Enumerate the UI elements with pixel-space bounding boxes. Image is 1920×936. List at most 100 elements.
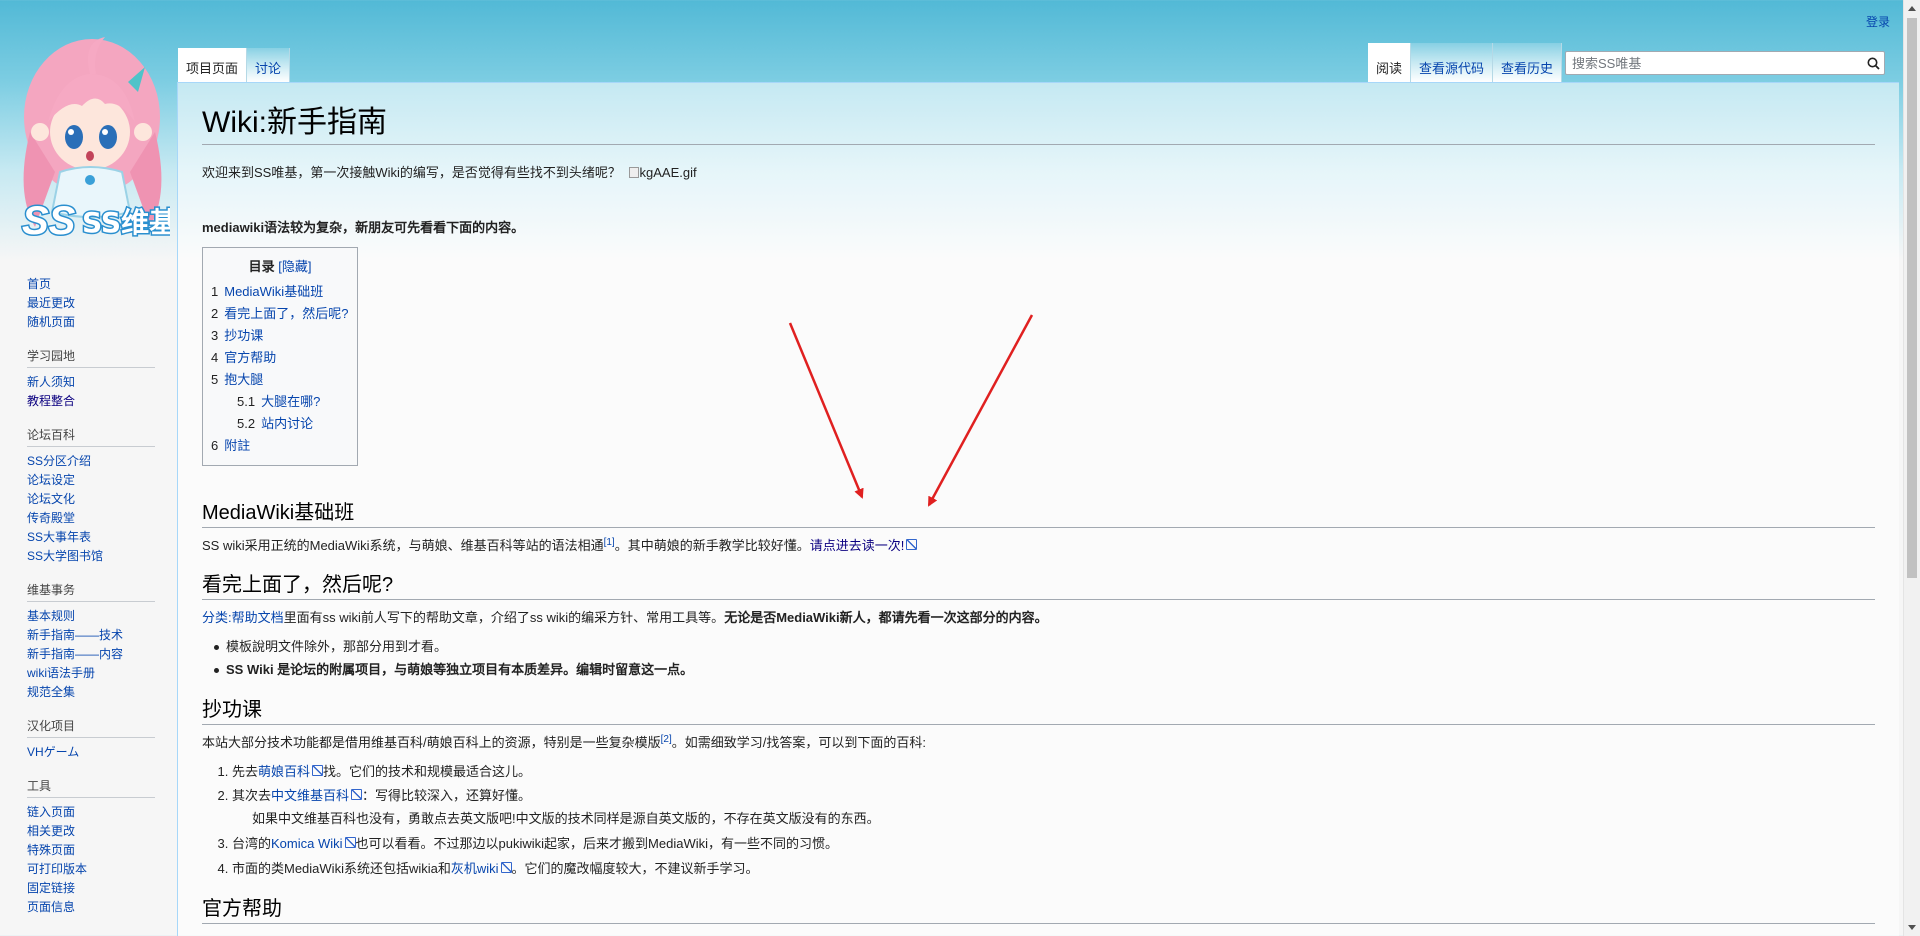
list-item: 市面的类MediaWiki系统还包括wikia和灰机wiki。它们的魔改幅度较大… [232, 859, 1875, 880]
section-paragraph: 分类:帮助文档里面有ss wiki前人写下的帮助文章，介绍了ss wiki的编采… [202, 610, 1048, 626]
sidebar-portal-tools: 工具 链入页面 相关更改 特殊页面 可打印版本 固定链接 页面信息 [27, 777, 155, 917]
sidebar-item-recent-changes[interactable]: 最近更改 [27, 296, 75, 310]
list-item: 其次去中文维基百科：写得比较深入，还算好懂。 如果中文维基百科也没有，勇敢点去英… [232, 786, 1875, 830]
search-box [1565, 51, 1885, 75]
read-tutorial-link[interactable]: 请点进去读一次! [810, 538, 918, 553]
portal-heading: 学习园地 [27, 347, 155, 368]
toc-item[interactable]: 1 MediaWiki基础班 [211, 281, 349, 303]
broken-image: kgAAE.gif [628, 163, 697, 184]
sidebar-item-random-page[interactable]: 随机页面 [27, 315, 75, 329]
toc-hide-toggle[interactable]: [隐藏] [278, 259, 311, 274]
moegirl-link[interactable]: 萌娘百科 [258, 764, 323, 779]
toc-item[interactable]: 3 抄功课 [211, 325, 349, 347]
scroll-down-arrow-icon[interactable] [1904, 919, 1920, 936]
sidebar-item-ss-library[interactable]: SS大学图书馆 [27, 549, 103, 563]
sidebar-item-tutorials[interactable]: 教程整合 [27, 394, 75, 408]
sidebar-navigation: 首页 最近更改 随机页面 [27, 275, 155, 332]
sidebar-item-vh-game[interactable]: VHゲーム [27, 745, 79, 759]
sidebar-item-guide-tech[interactable]: 新手指南——技术 [27, 628, 123, 642]
intro-text: 欢迎来到SS唯基，第一次接触Wiki的编写，是否觉得有些找不到头绪呢？ [202, 165, 621, 180]
sidebar-item-related-changes[interactable]: 相关更改 [27, 824, 75, 838]
sidebar-item-printable[interactable]: 可打印版本 [27, 862, 87, 876]
indented-note: 如果中文维基百科也没有，勇敢点去英文版吧!中文版的技术同样是源自英文版的，不存在… [252, 811, 880, 827]
sidebar-item-home[interactable]: 首页 [27, 277, 51, 291]
toc-title: 目录 [248, 258, 275, 274]
sidebar-portal-wiki-affairs: 维基事务 基本规则 新手指南——技术 新手指南——内容 wiki语法手册 规范全… [27, 581, 155, 702]
section-heading: 抄功课 [202, 697, 1875, 725]
sidebar-portal-learning: 学习园地 新人须知 教程整合 [27, 347, 155, 411]
sidebar-item-page-info[interactable]: 页面信息 [27, 900, 75, 914]
portal-heading: 论坛百科 [27, 426, 155, 447]
portal-heading: 汉化项目 [27, 717, 155, 738]
sidebar-item-forum-culture[interactable]: 论坛文化 [27, 492, 75, 506]
personal-tools: 登录 [1866, 13, 1890, 30]
namespace-tabs: 项目页面 讨论 [178, 48, 291, 82]
komica-wiki-link[interactable]: Komica Wiki [271, 836, 356, 851]
reference-link[interactable]: [1] [604, 537, 615, 548]
note-paragraph: mediawiki语法较为复杂，新朋友可先看看下面的内容。 [202, 218, 1875, 239]
tab-view-source[interactable]: 查看源代码 [1411, 43, 1494, 82]
sidebar-item-legend-hall[interactable]: 传奇殿堂 [27, 511, 75, 525]
toc-item[interactable]: 4 官方帮助 [211, 347, 349, 369]
section-paragraph: SS wiki采用正统的MediaWiki系统，与萌娘、维基百科等站的语法相通[… [202, 536, 1875, 557]
huiji-wiki-link[interactable]: 灰机wiki [451, 861, 512, 876]
tab-project-page[interactable]: 项目页面 [178, 48, 248, 82]
search-button[interactable] [1862, 52, 1884, 74]
reference-link[interactable]: [2] [661, 734, 672, 745]
sidebar: 首页 最近更改 随机页面 学习园地 新人须知 教程整合 论坛百科 SS分区介绍 … [0, 275, 176, 932]
search-input[interactable] [1566, 52, 1862, 74]
sidebar-portal-translation: 汉化项目 VHゲーム [27, 717, 155, 762]
sidebar-item-standards[interactable]: 规范全集 [27, 685, 75, 699]
tab-discussion[interactable]: 讨论 [247, 48, 291, 82]
list-item: SS Wiki 是论坛的附属项目，与萌娘等独立项目有本质差异。编辑时留意这一点。 [214, 660, 1875, 681]
vertical-scrollbar[interactable] [1903, 0, 1920, 936]
bullet-list: 模板說明文件除外，那部分用到才看。 SS Wiki 是论坛的附属项目，与萌娘等独… [214, 637, 1875, 681]
sidebar-item-what-links-here[interactable]: 链入页面 [27, 805, 75, 819]
portal-heading: 维基事务 [27, 581, 155, 602]
search-icon [1867, 57, 1880, 70]
sidebar-item-basic-rules[interactable]: 基本规则 [27, 609, 75, 623]
numbered-list: 先去萌娘百科找。它们的技术和规模最适合这儿。 其次去中文维基百科：写得比较深入，… [232, 762, 1875, 880]
tab-read[interactable]: 阅读 [1368, 43, 1412, 82]
section-heading: 看完上面了，然后呢? [202, 572, 1875, 601]
section-heading: MediaWiki基础班 [202, 500, 1875, 528]
sidebar-item-ss-timeline[interactable]: SS大事年表 [27, 530, 91, 544]
section-paragraph: 本站大部分技术功能都是借用维基百科/萌娘百科上的资源，特别是一些复杂模版[2]。… [202, 733, 926, 750]
sidebar-item-permalink[interactable]: 固定链接 [27, 881, 75, 895]
help-category-link[interactable]: 分类:帮助文档 [202, 610, 284, 625]
site-logo[interactable]: SS SS维基 [10, 22, 179, 257]
broken-image-icon [628, 167, 639, 178]
sidebar-item-ss-sections[interactable]: SS分区介绍 [27, 454, 91, 468]
toc-item[interactable]: 6 附註 [211, 435, 349, 457]
toc-subitem[interactable]: 5.2 站内讨论 [211, 413, 349, 435]
sidebar-item-newcomer-notes[interactable]: 新人须知 [27, 375, 75, 389]
list-item: 模板說明文件除外，那部分用到才看。 [214, 637, 1875, 658]
sidebar-portal-forum-wiki: 论坛百科 SS分区介绍 论坛设定 论坛文化 传奇殿堂 SS大事年表 SS大学图书… [27, 426, 155, 566]
scrollbar-thumb[interactable] [1907, 18, 1917, 578]
section-heading: 官方帮助 [202, 896, 1875, 924]
list-item: 台湾的Komica Wiki也可以看看。不过那边以pukiwiki起家，后来才搬… [232, 834, 1875, 855]
table-of-contents: 目录 [隐藏] 1 MediaWiki基础班 2 看完上面了，然后呢? 3 抄功课 4… [202, 246, 358, 466]
bold-note: mediawiki语法较为复杂，新朋友可先看看下面的内容。 [202, 219, 525, 235]
svg-text:SS: SS [22, 199, 76, 243]
page-title: Wiki:新手指南 [202, 103, 1875, 145]
sidebar-item-guide-content[interactable]: 新手指南——内容 [27, 647, 123, 661]
scroll-up-arrow-icon[interactable] [1904, 0, 1920, 17]
intro-paragraph: 欢迎来到SS唯基，第一次接触Wiki的编写，是否觉得有些找不到头绪呢？ kgAA… [202, 163, 1875, 184]
sidebar-item-special-pages[interactable]: 特殊页面 [27, 843, 75, 857]
toc-item[interactable]: 2 看完上面了，然后呢? [211, 303, 349, 325]
main-content: Wiki:新手指南 欢迎来到SS唯基，第一次接触Wiki的编写，是否觉得有些找不… [177, 82, 1899, 936]
sidebar-item-forum-settings[interactable]: 论坛设定 [27, 473, 75, 487]
login-link[interactable]: 登录 [1866, 15, 1890, 29]
list-item: 先去萌娘百科找。它们的技术和规模最适合这儿。 [232, 762, 1875, 783]
toc-subitem[interactable]: 5.1 大腿在哪? [211, 391, 349, 413]
logo-text: SS维基 [82, 206, 170, 239]
sidebar-item-syntax-manual[interactable]: wiki语法手册 [27, 666, 95, 680]
broken-image-alt: kgAAE.gif [639, 165, 697, 180]
zh-wikipedia-link[interactable]: 中文维基百科 [271, 788, 362, 803]
view-tabs: 阅读 查看源代码 查看历史 [1368, 43, 1563, 82]
portal-heading: 工具 [27, 777, 155, 798]
tab-view-history[interactable]: 查看历史 [1493, 43, 1563, 82]
toc-header: 目录 [隐藏] [211, 256, 349, 275]
toc-item[interactable]: 5 抱大腿 [211, 369, 349, 391]
